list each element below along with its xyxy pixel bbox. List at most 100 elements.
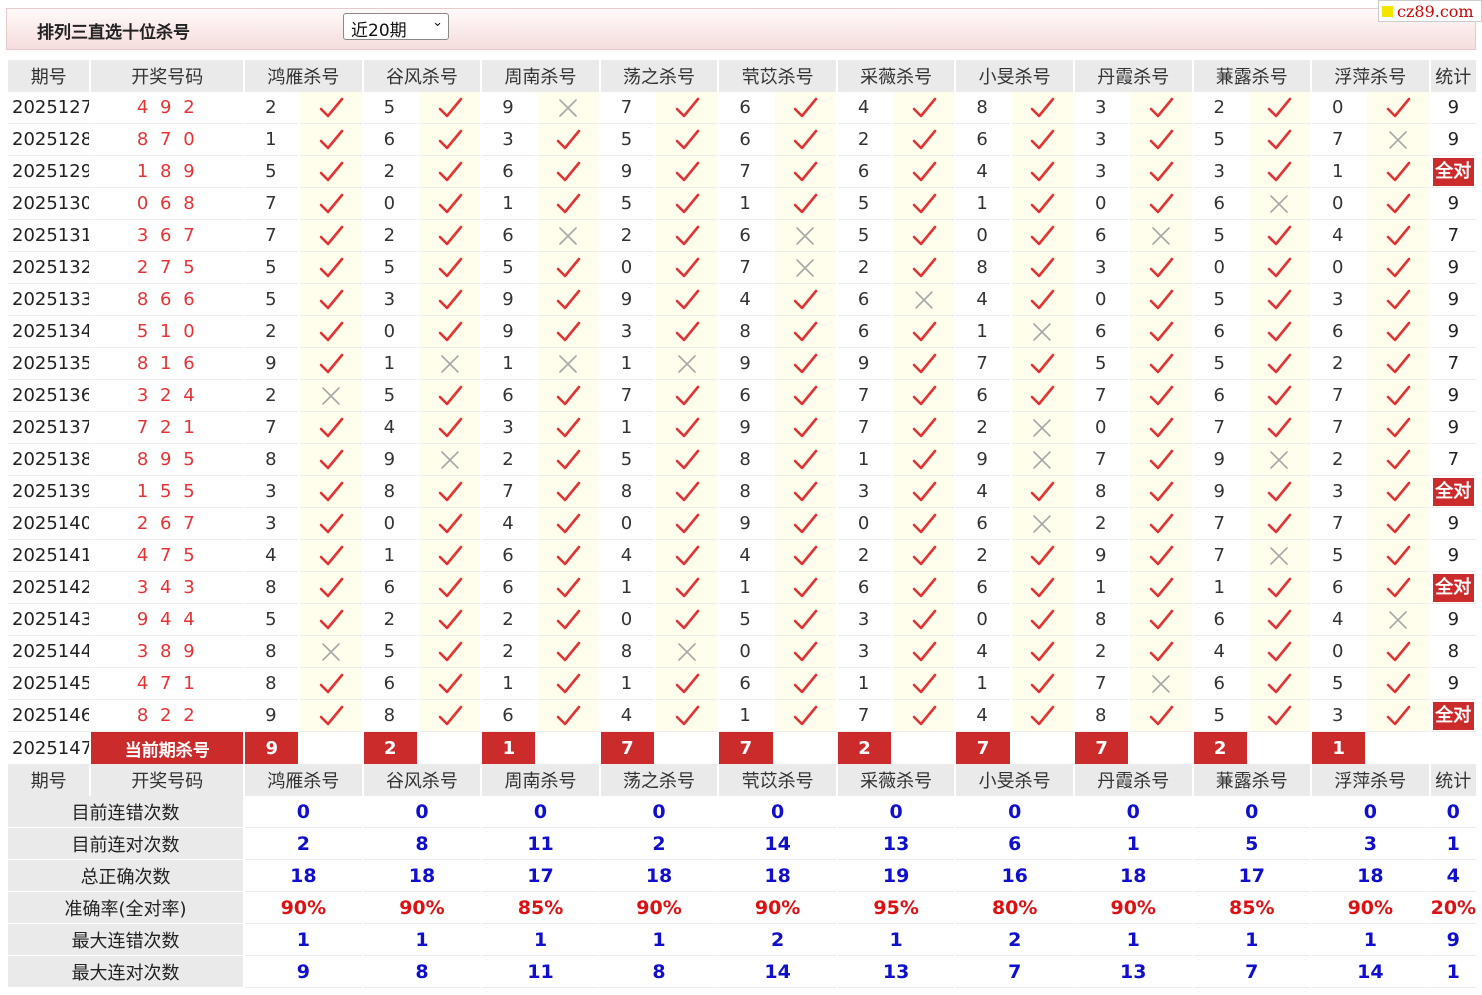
summary-row: 准确率(全对率) 90% 90% 85% 90% 90% 95% 80% 90% 85% 90% 20… [8,892,1476,924]
result-mark-cell [1011,604,1073,636]
result-mark-cell [893,92,955,124]
check-icon [1266,353,1292,375]
kill-number-cell: 4 [956,476,1010,508]
kill-number-cell: 2 [245,92,299,124]
kill-number-cell: 0 [956,220,1010,252]
kill-number-cell: 2 [1193,92,1247,124]
summary-value: 18 [600,860,718,892]
check-icon [674,193,700,215]
check-icon [1266,385,1292,407]
kill-number-cell: 1 [363,540,417,572]
current-kill-number: 9 [245,732,299,764]
result-mark-cell [300,348,362,380]
cross-icon [674,353,700,375]
kill-number-cell: 0 [1312,252,1366,284]
result-mark-cell [1367,316,1429,348]
check-icon [1385,417,1411,439]
check-icon [1148,609,1174,631]
check-icon [792,161,818,183]
kill-number-cell: 5 [837,220,892,252]
kill-number-cell: 4 [956,636,1010,668]
kill-number-cell: 1 [482,668,536,700]
check-icon [792,609,818,631]
kill-number-cell: 2 [956,412,1010,444]
check-icon [1385,193,1411,215]
kill-number-cell: 8 [1074,476,1129,508]
result-mark-cell [418,316,481,348]
check-icon [911,417,937,439]
check-icon [1385,641,1411,663]
period-select[interactable]: 近20期 ⌄ [343,13,449,41]
result-mark-cell [774,252,836,284]
table-header-row: 期号 开奖号码 鸿雁杀号 谷风杀号 周南杀号 荡之杀号 茕苡杀号 采薇杀号 小旻杀号 丹霞杀号 蒹露… [8,60,1476,92]
result-mark-cell [537,572,599,604]
kill-number-cell: 2 [245,316,299,348]
kill-number-cell: 6 [956,124,1010,156]
check-icon [318,513,344,535]
kill-number-cell: 7 [482,476,536,508]
summary-label: 最大连对次数 [8,956,244,988]
result-mark-cell [1011,572,1073,604]
kill-number-cell: 4 [956,700,1010,732]
current-blank-cell [656,732,718,764]
kill-number-cell: 8 [600,476,655,508]
check-icon [1266,577,1292,599]
check-icon [437,385,463,407]
summary-value: 2 [956,924,1073,956]
check-icon [318,289,344,311]
check-icon [1266,225,1292,247]
draw-number-cell: 8 1 6 [91,348,244,380]
kill-number-cell: 2 [956,540,1010,572]
kill-number-cell: 6 [482,540,536,572]
result-mark-cell [537,124,599,156]
header-expert: 周南杀号 [482,764,599,796]
header-expert: 丹霞杀号 [1074,60,1192,92]
check-icon [792,673,818,695]
result-mark-cell [1130,92,1192,124]
check-icon [911,321,937,343]
kill-number-cell: 2 [837,540,892,572]
check-icon [555,673,581,695]
kill-number-cell: 5 [1312,668,1366,700]
kill-number-cell: 4 [1312,220,1366,252]
check-icon [1148,449,1174,471]
kill-number-cell: 2 [482,444,536,476]
stat-cell: 9 [1430,668,1476,700]
site-logo[interactable]: cz89.com [1378,0,1482,22]
result-mark-cell [893,412,955,444]
check-icon [555,193,581,215]
kill-number-cell: 0 [1312,636,1366,668]
summary-value: 18 [363,860,481,892]
check-icon [437,545,463,567]
result-mark-cell [1367,156,1429,188]
check-icon [555,161,581,183]
all-correct-badge: 全对 [1432,573,1474,602]
kill-number-cell: 0 [837,508,892,540]
result-mark-cell [1130,284,1192,316]
result-mark-cell [1011,476,1073,508]
check-icon [318,577,344,599]
summary-stat: 20% [1430,892,1476,924]
kill-number-cell: 9 [719,348,773,380]
kill-number-cell: 5 [1193,348,1247,380]
check-icon [674,289,700,311]
summary-value: 85% [482,892,599,924]
kill-number-cell: 1 [245,124,299,156]
result-mark-cell [1248,668,1311,700]
cross-icon [1148,225,1174,247]
kill-number-cell: 1 [600,668,655,700]
check-icon [555,545,581,567]
current-blank-cell [1248,732,1311,764]
result-mark-cell [537,540,599,572]
cross-icon [1266,545,1292,567]
kill-number-cell: 6 [956,380,1010,412]
kill-number-cell: 3 [1074,252,1129,284]
kill-number-cell: 9 [1074,540,1129,572]
check-icon [1029,705,1055,727]
kill-number-cell: 1 [482,188,536,220]
result-mark-cell [1011,188,1073,220]
check-icon [674,321,700,343]
check-icon [911,193,937,215]
result-mark-cell [1248,604,1311,636]
issue-cell: 2025127 [8,92,90,124]
